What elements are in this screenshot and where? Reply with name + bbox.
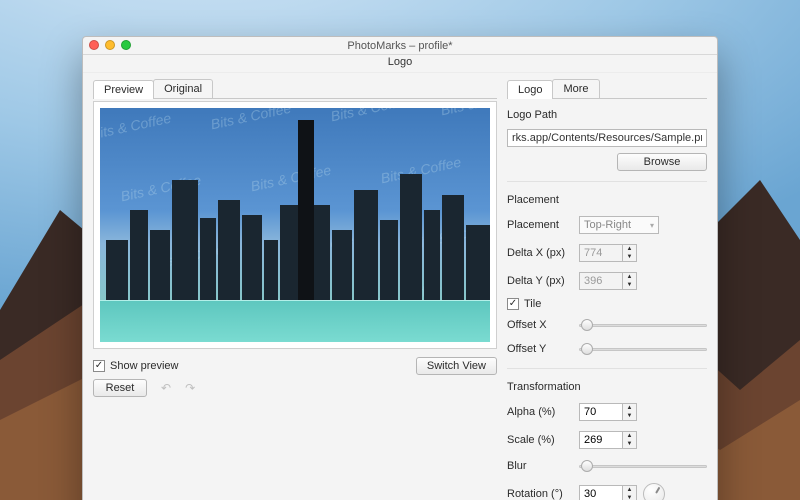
preview-image: Bits & Coffee Bits & Coffee Bits & Coffe… [100, 108, 490, 342]
watermark-text: Bits & Coffee [100, 110, 172, 143]
alpha-label: Alpha (%) [507, 406, 573, 418]
tab-preview[interactable]: Preview [93, 80, 154, 99]
browse-button[interactable]: Browse [617, 153, 707, 171]
tab-logo[interactable]: Logo [507, 80, 553, 99]
rotation-stepper[interactable]: ▲▼ [579, 485, 637, 500]
delta-x-stepper[interactable]: ▲▼ [579, 244, 637, 262]
stepper-up-icon[interactable]: ▲ [623, 432, 636, 440]
watermark-text: Bits & Coffee [329, 108, 412, 124]
blur-slider[interactable] [579, 459, 707, 473]
minimize-icon[interactable] [105, 40, 115, 50]
logo-path-input[interactable] [507, 129, 707, 147]
delta-y-label: Delta Y (px) [507, 275, 573, 287]
stepper-up-icon[interactable]: ▲ [623, 245, 636, 253]
window-subtitle: Logo [83, 55, 717, 73]
delta-x-input [579, 244, 623, 262]
logo-path-label: Logo Path [507, 109, 707, 121]
preview-frame: Bits & Coffee Bits & Coffee Bits & Coffe… [93, 101, 497, 349]
show-preview-checkbox[interactable]: ✓ Show preview [93, 360, 178, 372]
offset-y-label: Offset Y [507, 343, 573, 355]
logo-dialog: PhotoMarks – profile* Logo Preview Origi… [82, 36, 718, 500]
blur-label: Blur [507, 460, 573, 472]
tab-more[interactable]: More [552, 79, 599, 98]
transformation-title: Transformation [507, 381, 707, 393]
alpha-input[interactable] [579, 403, 623, 421]
delta-y-stepper[interactable]: ▲▼ [579, 272, 637, 290]
reset-button[interactable]: Reset [93, 379, 147, 397]
placement-select[interactable]: Top-Right ▾ [579, 216, 659, 234]
right-tabs: Logo More [507, 79, 707, 99]
right-panel: Logo More Logo Path Browse Placement Pla… [507, 79, 707, 500]
watermark-text: Bits & Coffee [209, 108, 292, 132]
left-tabs: Preview Original [93, 79, 497, 99]
rotation-label: Rotation (°) [507, 488, 573, 500]
watermark-text: Bits & Coffee [249, 162, 332, 195]
stepper-down-icon[interactable]: ▼ [623, 412, 636, 420]
redo-arrow-icon[interactable]: ↷ [185, 381, 195, 395]
checkmark-icon: ✓ [93, 360, 105, 372]
stepper-up-icon[interactable]: ▲ [623, 404, 636, 412]
scale-stepper[interactable]: ▲▼ [579, 431, 637, 449]
placement-title: Placement [507, 194, 707, 206]
stepper-down-icon[interactable]: ▼ [623, 253, 636, 261]
stepper-up-icon[interactable]: ▲ [623, 486, 636, 494]
traffic-lights [89, 40, 131, 50]
stepper-down-icon[interactable]: ▼ [623, 281, 636, 289]
scale-input[interactable] [579, 431, 623, 449]
stepper-down-icon[interactable]: ▼ [623, 494, 636, 500]
stepper-up-icon[interactable]: ▲ [623, 273, 636, 281]
checkmark-icon: ✓ [507, 298, 519, 310]
desktop-wallpaper: PhotoMarks – profile* Logo Preview Origi… [0, 0, 800, 500]
watermark-text: Bits & Coffee [439, 108, 490, 118]
placement-value: Top-Right [584, 219, 631, 231]
zoom-icon[interactable] [121, 40, 131, 50]
window-title: PhotoMarks – profile* [83, 40, 717, 52]
tile-label: Tile [524, 298, 541, 310]
rotation-knob[interactable] [643, 483, 665, 500]
preview-water [100, 300, 490, 342]
tile-checkbox[interactable]: ✓ Tile [507, 298, 707, 310]
undo-arrow-icon[interactable]: ↶ [161, 381, 171, 395]
offset-x-slider[interactable] [579, 318, 707, 332]
delta-x-label: Delta X (px) [507, 247, 573, 259]
close-icon[interactable] [89, 40, 99, 50]
scale-label: Scale (%) [507, 434, 573, 446]
rotation-input[interactable] [579, 485, 623, 500]
switch-view-button[interactable]: Switch View [416, 357, 497, 375]
titlebar: PhotoMarks – profile* [83, 37, 717, 55]
offset-x-label: Offset X [507, 319, 573, 331]
stepper-down-icon[interactable]: ▼ [623, 440, 636, 448]
delta-y-input [579, 272, 623, 290]
placement-label: Placement [507, 219, 573, 231]
tab-original[interactable]: Original [153, 79, 213, 98]
offset-y-slider[interactable] [579, 342, 707, 356]
show-preview-label: Show preview [110, 360, 178, 372]
left-panel: Preview Original Bits & Coffee Bits & Co… [93, 79, 497, 500]
chevron-down-icon: ▾ [650, 221, 654, 230]
alpha-stepper[interactable]: ▲▼ [579, 403, 637, 421]
